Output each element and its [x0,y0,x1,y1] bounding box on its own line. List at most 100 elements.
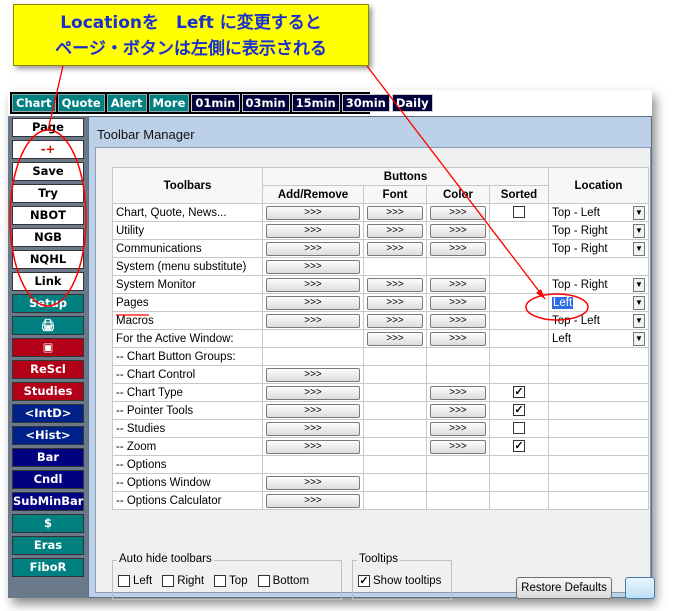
location-select[interactable]: Left ▼ [552,295,645,310]
setup-button[interactable]: Setup [12,294,84,313]
autohide-top-option[interactable]: Top [214,575,248,587]
add-remove-button[interactable]: >>> [266,295,360,310]
font-button[interactable]: >>> [367,205,423,220]
interval-01min-button[interactable]: 01min [191,94,240,112]
add-remove-button[interactable]: >>> [266,421,360,436]
autohide-top-checkbox[interactable] [214,575,227,587]
add-remove-button[interactable]: >>> [266,439,360,454]
interval-daily-button[interactable]: Daily [391,94,433,112]
add-remove-button[interactable]: >>> [266,241,360,256]
autohide-right-option[interactable]: Right [162,575,204,587]
header-buttons: Buttons [262,167,549,186]
color-button[interactable]: >>> [430,223,486,238]
autohide-bottom-checkbox[interactable] [257,575,270,587]
quote-button[interactable]: Quote [57,94,105,112]
location-cell [548,401,649,420]
chevron-down-icon[interactable]: ▼ [633,223,645,238]
exit-button[interactable]: ▣ [12,338,84,357]
location-select[interactable]: Top - Left ▼ [552,313,645,328]
color-button[interactable]: >>> [430,331,486,346]
font-button[interactable]: >>> [367,277,423,292]
color-button[interactable]: >>> [430,205,486,220]
color-button[interactable]: >>> [430,439,486,454]
font-button[interactable]: >>> [367,241,423,256]
color-button[interactable]: >>> [430,313,486,328]
chevron-down-icon[interactable]: ▼ [633,331,645,346]
location-select[interactable]: Top - Right ▼ [552,241,645,256]
table-row: -- Options Window >>> [112,473,649,492]
restore-defaults-button[interactable]: Restore Defaults [516,577,612,599]
font-button[interactable]: >>> [367,313,423,328]
location-select[interactable]: Top - Right ▼ [552,277,645,292]
add-remove-button[interactable]: >>> [266,313,360,328]
interval-30min-button[interactable]: 30min [341,94,390,112]
autohide-left-option[interactable]: Left [118,575,152,587]
sorted-checkbox[interactable] [513,206,525,219]
color-button[interactable]: >>> [430,277,486,292]
interval-03min-button[interactable]: 03min [241,94,290,112]
cndl-button[interactable]: Cndl [12,470,84,489]
chevron-down-icon[interactable]: ▼ [633,295,645,310]
intd-button[interactable]: <IntD> [12,404,84,423]
subminbar-button[interactable]: SubMinBar [12,492,84,511]
alert-button[interactable]: Alert [106,94,147,112]
header-font: Font [363,185,427,204]
nqhl-button[interactable]: NQHL [12,250,84,269]
dollar-button[interactable]: $ [12,514,84,533]
add-remove-button[interactable]: >>> [266,475,360,490]
location-select[interactable]: Top - Right ▼ [552,223,645,238]
font-button[interactable]: >>> [367,295,423,310]
bar-button[interactable]: Bar [12,448,84,467]
font-button[interactable]: >>> [367,223,423,238]
sorted-checkbox[interactable]: ✓ [513,404,525,417]
add-remove-button[interactable]: >>> [266,385,360,400]
color-button[interactable]: >>> [430,241,486,256]
studies-button[interactable]: Studies [12,382,84,401]
show-tooltips-checkbox[interactable]: ✓ [358,575,370,587]
try-button[interactable]: Try [12,184,84,203]
add-remove-button[interactable]: >>> [266,277,360,292]
eras-button[interactable]: Eras [12,536,84,555]
nbot-button[interactable]: NBOT [12,206,84,225]
add-remove-button[interactable]: >>> [266,259,360,274]
location-select[interactable]: Left ▼ [552,331,645,346]
font-cell: >>> [363,239,427,258]
sorted-checkbox[interactable] [513,422,525,435]
sorted-checkbox[interactable]: ✓ [513,440,525,453]
add-remove-button[interactable]: >>> [266,205,360,220]
zoom-minus-plus-button[interactable]: -+ [12,140,84,159]
chevron-down-icon[interactable]: ▼ [633,277,645,292]
autohide-left-checkbox[interactable] [118,575,130,587]
autohide-bottom-option[interactable]: Bottom [257,575,309,587]
ok-button[interactable] [625,577,655,599]
hist-button[interactable]: <Hist> [12,426,84,445]
chart-button[interactable]: Chart [12,94,56,112]
font-button[interactable]: >>> [367,331,423,346]
chevron-down-icon[interactable]: ▼ [633,205,645,220]
color-button[interactable]: >>> [430,295,486,310]
font-cell [363,491,427,510]
show-tooltips-option[interactable]: ✓ Show tooltips [358,575,441,587]
chevron-down-icon[interactable]: ▼ [633,313,645,328]
autohide-right-checkbox[interactable] [162,575,175,587]
add-remove-button[interactable]: >>> [266,403,360,418]
interval-15min-button[interactable]: 15min [291,94,340,112]
color-button[interactable]: >>> [430,403,486,418]
page-button[interactable]: Page [12,118,84,137]
rescl-button[interactable]: ReScl [12,360,84,379]
chevron-down-icon[interactable]: ▼ [633,241,645,256]
add-remove-button[interactable]: >>> [266,367,360,382]
print-button[interactable]: 🖨 [12,316,84,335]
link-button[interactable]: Link [12,272,84,291]
location-select[interactable]: Top - Left ▼ [552,205,645,220]
more-button[interactable]: More [148,94,190,112]
fibor-button[interactable]: FiboR [12,558,84,577]
sorted-checkbox[interactable]: ✓ [513,386,525,399]
color-button[interactable]: >>> [430,421,486,436]
add-remove-button[interactable]: >>> [266,223,360,238]
color-button[interactable]: >>> [430,385,486,400]
ngb-button[interactable]: NGB [12,228,84,247]
auto-hide-group: Auto hide toolbars Left Right Top Bottom [112,553,342,600]
save-button[interactable]: Save [12,162,84,181]
add-remove-button[interactable]: >>> [266,493,360,508]
